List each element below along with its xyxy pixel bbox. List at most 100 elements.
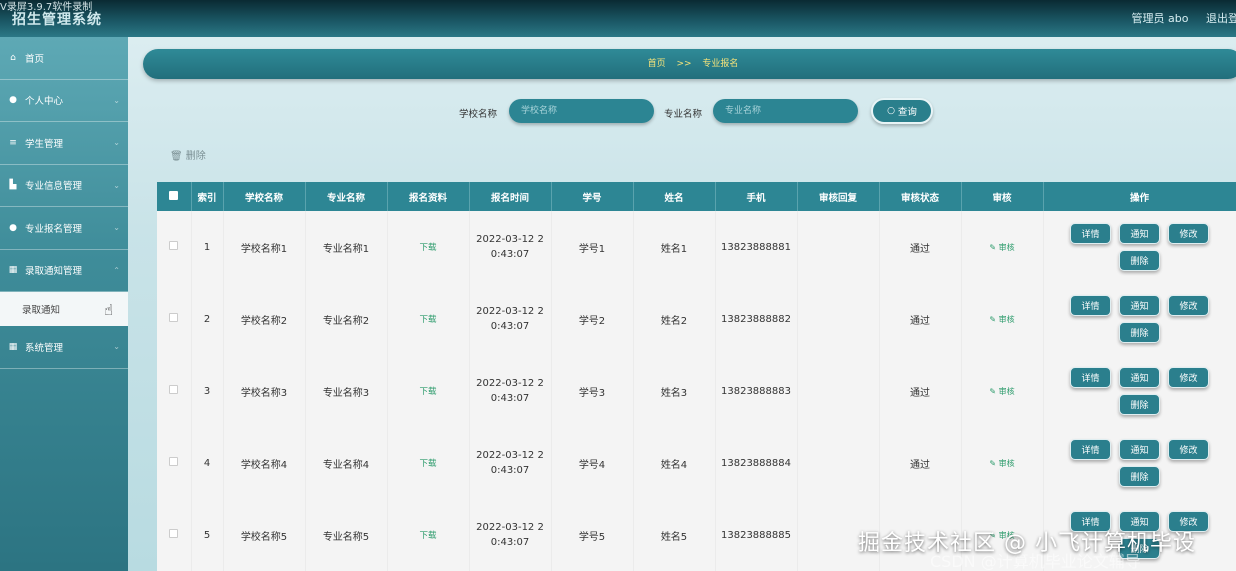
detail-button[interactable]: 详情 xyxy=(1070,223,1111,244)
notify-button[interactable]: 通知 xyxy=(1119,295,1160,316)
sidebar-item-admission-notice-management[interactable]: ▦ 录取通知管理 ⌃ xyxy=(0,250,128,292)
row-checkbox[interactable] xyxy=(169,529,179,538)
time-line-1: 2022-03-12 2 xyxy=(476,234,544,245)
index-cell: 1 xyxy=(191,211,224,283)
download-link[interactable]: 下载 xyxy=(419,315,436,325)
column-header: 手机 xyxy=(715,182,798,211)
phone-cell: 13823888882 xyxy=(715,283,798,355)
audit-label: 审核 xyxy=(998,314,1015,324)
edit-button[interactable]: 修改 xyxy=(1168,439,1209,460)
sidebar-item-label: 学生管理 xyxy=(25,138,64,150)
bulk-delete-button[interactable]: 🗑︎ 删除 xyxy=(170,147,206,162)
query-button[interactable]: ○ 查询 xyxy=(871,98,933,124)
table-header-row: 索引 学校名称 专业名称 报名资料 报名时间 学号 姓名 手机 审核回复 审核状… xyxy=(157,182,1236,211)
row-checkbox[interactable] xyxy=(169,241,179,250)
column-header: 操作 xyxy=(1043,182,1236,211)
detail-button[interactable]: 详情 xyxy=(1070,295,1111,316)
sidebar-item-major-info-management[interactable]: ▙ 专业信息管理 ⌄ xyxy=(0,165,128,207)
student-no-cell: 学号2 xyxy=(551,283,634,355)
edit-icon: ✎ xyxy=(989,314,999,324)
delete-button[interactable]: 删除 xyxy=(1119,322,1160,343)
delete-button[interactable]: 删除 xyxy=(1119,466,1160,487)
sidebar-item-label: 录取通知管理 xyxy=(25,266,83,278)
sidebar-item-home[interactable]: ⌂ 首页 xyxy=(0,37,128,80)
column-header: 报名时间 xyxy=(469,182,552,211)
file-cell: 下载 xyxy=(387,211,470,283)
edit-button[interactable]: 修改 xyxy=(1168,295,1209,316)
time-line-2: 0:43:07 xyxy=(490,249,530,260)
select-all-cell[interactable] xyxy=(157,182,192,211)
time-line-2: 0:43:07 xyxy=(490,393,530,404)
row-select-cell[interactable] xyxy=(157,211,192,283)
notify-button[interactable]: 通知 xyxy=(1119,223,1160,244)
school-name-label: 学校名称 xyxy=(459,109,498,120)
logout-link[interactable]: 退出登 xyxy=(1206,10,1236,26)
column-header: 学校名称 xyxy=(223,182,306,211)
query-button-label: 查询 xyxy=(897,107,917,118)
audit-cell: ✎ 审核 xyxy=(961,355,1044,427)
delete-button[interactable]: 删除 xyxy=(1119,250,1160,271)
column-header: 学号 xyxy=(551,182,634,211)
edit-button[interactable]: 修改 xyxy=(1168,367,1209,388)
breadcrumb-home[interactable]: 首页 xyxy=(648,59,666,69)
index-cell: 3 xyxy=(191,355,224,427)
row-select-cell[interactable] xyxy=(157,355,192,427)
student-no-cell: 学号1 xyxy=(551,211,634,283)
column-header: 索引 xyxy=(191,182,224,211)
file-cell: 下载 xyxy=(387,283,470,355)
school-cell: 学校名称1 xyxy=(223,211,306,283)
top-bar: V录屏3.9.7软件录制 招生管理系统 管理员 abo 退出登 xyxy=(0,0,1236,37)
sidebar-item-label: 个人中心 xyxy=(25,96,64,108)
sidebar-item-major-registration-management[interactable]: ● 专业报名管理 ⌄ xyxy=(0,207,128,250)
trash-icon: 🗑︎ xyxy=(170,151,183,162)
download-link[interactable]: 下载 xyxy=(419,459,436,469)
user-area: 管理员 abo 退出登 xyxy=(1118,10,1236,26)
audit-link[interactable]: ✎ 审核 xyxy=(989,387,1014,396)
row-checkbox[interactable] xyxy=(169,385,179,394)
breadcrumb-current: 专业报名 xyxy=(702,59,739,69)
table-row: 1 学校名称1 专业名称1 下载 2022-03-12 2 0:43:07 学号1… xyxy=(157,211,1236,283)
row-select-cell[interactable] xyxy=(157,283,192,355)
column-header: 专业名称 xyxy=(305,182,388,211)
download-link[interactable]: 下载 xyxy=(419,243,436,253)
major-cell: 专业名称1 xyxy=(305,211,388,283)
delete-button[interactable]: 删除 xyxy=(1119,394,1160,415)
search-icon: ○ xyxy=(887,106,895,116)
detail-button[interactable]: 详情 xyxy=(1070,439,1111,460)
column-header: 姓名 xyxy=(633,182,716,211)
student-no-cell: 学号3 xyxy=(551,355,634,427)
user-label[interactable]: 管理员 abo xyxy=(1132,12,1189,25)
row-select-cell[interactable] xyxy=(157,499,192,571)
sidebar-item-system-management[interactable]: ▦ 系统管理 ⌄ xyxy=(0,326,128,369)
time-line-2: 0:43:07 xyxy=(490,321,530,332)
download-link[interactable]: 下载 xyxy=(419,531,436,541)
audit-link[interactable]: ✎ 审核 xyxy=(989,243,1014,252)
juejin-watermark: 掘金技术社区 @ 小飞计算机毕设 xyxy=(858,531,1196,556)
edit-button[interactable]: 修改 xyxy=(1168,223,1209,244)
time-cell: 2022-03-12 2 0:43:07 xyxy=(469,427,552,499)
reply-cell xyxy=(797,211,880,283)
chevron-up-icon: ⌃ xyxy=(113,265,120,275)
detail-button[interactable]: 详情 xyxy=(1070,367,1111,388)
row-checkbox[interactable] xyxy=(169,313,179,322)
school-cell: 学校名称5 xyxy=(223,499,306,571)
notify-button[interactable]: 通知 xyxy=(1119,439,1160,460)
school-name-input[interactable] xyxy=(509,99,654,123)
audit-link[interactable]: ✎ 审核 xyxy=(989,315,1014,324)
major-name-input[interactable] xyxy=(713,99,858,123)
sidebar-item-student-management[interactable]: ≡ 学生管理 ⌄ xyxy=(0,122,128,165)
list-icon: ≡ xyxy=(9,137,17,148)
time-line-2: 0:43:07 xyxy=(490,465,530,476)
row-checkbox[interactable] xyxy=(169,457,179,466)
download-link[interactable]: 下载 xyxy=(419,387,436,397)
notify-button[interactable]: 通知 xyxy=(1119,367,1160,388)
sidebar-subitem-admission-notice[interactable]: 录取通知 ☝ xyxy=(0,292,128,326)
ops-cell: 详情 通知 修改 删除 xyxy=(1043,283,1236,355)
sidebar-item-personal-center[interactable]: ● 个人中心 ⌄ xyxy=(0,80,128,122)
sidebar-item-label: 录取通知 xyxy=(22,305,61,316)
audit-link[interactable]: ✎ 审核 xyxy=(989,459,1014,468)
audit-cell: ✎ 审核 xyxy=(961,427,1044,499)
select-all-checkbox[interactable] xyxy=(169,190,179,200)
user-icon: ● xyxy=(9,95,17,106)
row-select-cell[interactable] xyxy=(157,427,192,499)
